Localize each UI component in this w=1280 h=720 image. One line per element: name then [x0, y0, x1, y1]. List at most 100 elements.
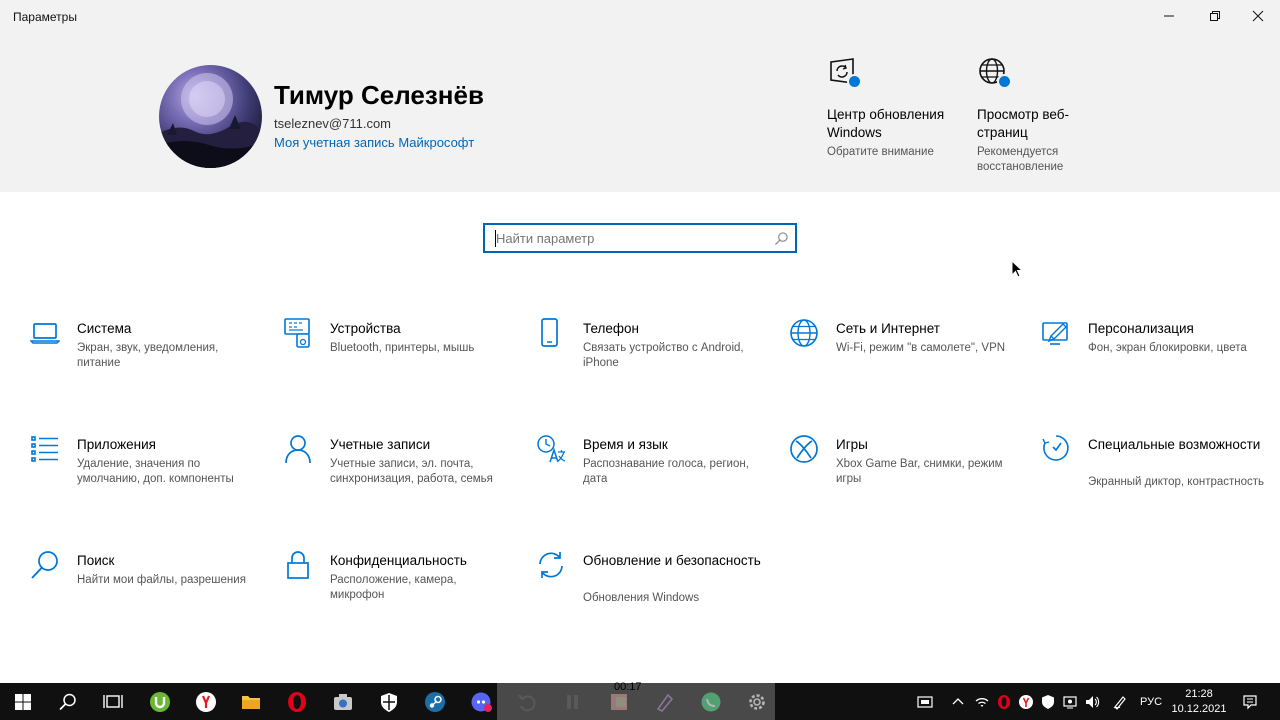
taskbar-app-camera[interactable] [320, 683, 366, 720]
tray-pen[interactable] [1108, 683, 1132, 720]
settings-search-box[interactable]: Найти параметр [483, 223, 797, 253]
category-privacy[interactable]: Конфиденциальность Расположение, камера,… [283, 550, 513, 610]
status-tile-web-browsing[interactable]: Просмотр веб-страниц Рекомендуется восст… [977, 56, 1117, 175]
category-update-security[interactable]: Обновление и безопасность Обновления Win… [536, 550, 766, 610]
user-name: Тимур Селезнёв [274, 80, 484, 110]
tray-shield[interactable] [1038, 683, 1058, 720]
status-tile-subtitle: Рекомендуется восстановление [977, 146, 1064, 173]
lock-icon [283, 550, 315, 582]
avatar[interactable] [159, 65, 262, 168]
category-gaming[interactable]: Игры Xbox Game Bar, снимки, режим игры [789, 434, 1019, 494]
status-tile-title: Центр обновления Windows [827, 107, 945, 140]
minimize-icon [1164, 15, 1174, 17]
category-phone[interactable]: Телефон Связать устройство с Android, iP… [536, 318, 766, 378]
taskbar-app-yandex[interactable] [183, 683, 229, 720]
webcam-icon [1063, 695, 1077, 708]
action-center-button[interactable] [1238, 683, 1262, 720]
close-button[interactable] [1235, 0, 1280, 32]
update-sync-icon [536, 550, 568, 582]
shield-icon [381, 692, 397, 712]
shield-icon [1042, 694, 1054, 709]
category-title: Сеть и Интернет [836, 321, 940, 336]
apps-list-icon [30, 434, 62, 466]
tray-screen-capture[interactable] [912, 683, 938, 720]
wifi-icon [975, 697, 989, 707]
speaker-icon [1086, 695, 1100, 708]
xbox-icon [789, 434, 821, 466]
category-subtitle: Wi-Fi, режим "в самолете", VPN [836, 342, 1006, 354]
discord-icon [471, 692, 492, 712]
globe-icon [789, 318, 821, 350]
title-bar: Параметры [0, 0, 1280, 32]
taskbar-app-security[interactable] [366, 683, 412, 720]
alert-dot [997, 74, 1012, 89]
category-subtitle: Найти мои файлы, разрешения [77, 574, 246, 586]
tray-camera[interactable] [1060, 683, 1080, 720]
category-devices[interactable]: Устройства Bluetooth, принтеры, мышь [283, 318, 513, 378]
opera-icon [288, 691, 306, 712]
category-title: Время и язык [583, 437, 668, 452]
category-time-language[interactable]: Время и язык Распознавание голоса, регио… [536, 434, 766, 494]
category-accessibility[interactable]: Специальные возможности Экранный диктор,… [1041, 434, 1271, 504]
user-email: tseleznev@711.com [274, 116, 392, 131]
tray-overflow-button[interactable] [948, 683, 968, 720]
restore-button[interactable] [1192, 0, 1238, 32]
task-view-button[interactable] [90, 683, 136, 720]
category-title: Игры [836, 437, 868, 452]
alert-dot [847, 74, 862, 89]
category-subtitle: Xbox Game Bar, снимки, режим игры [836, 458, 1003, 485]
status-tile-windows-update[interactable]: Центр обновления Windows Обратите вниман… [827, 56, 967, 160]
window-title: Параметры [13, 10, 77, 24]
task-view-icon [103, 694, 123, 708]
taskbar-search-button[interactable] [45, 683, 91, 720]
opera-icon [998, 694, 1010, 709]
category-system[interactable]: Система Экран, звук, уведомления, питани… [29, 318, 260, 378]
category-title: Поиск [77, 553, 115, 568]
category-title: Специальные возможности [1088, 437, 1261, 452]
search-icon[interactable] [774, 231, 789, 246]
chevron-up-icon [952, 697, 964, 704]
category-subtitle: Расположение, камера, микрофон [330, 574, 457, 601]
clock[interactable]: 21:28 10.12.2021 [1168, 687, 1230, 717]
mouse-cursor-icon [1011, 260, 1023, 278]
search-input[interactable]: Найти параметр [496, 231, 594, 246]
steam-icon [425, 691, 445, 712]
category-apps[interactable]: Приложения Удаление, значения по умолчан… [30, 434, 260, 494]
avatar-image [159, 73, 262, 168]
tray-network[interactable] [972, 683, 992, 720]
category-personalization[interactable]: Персонализация Фон, экран блокировки, цв… [1041, 318, 1271, 378]
tray-volume[interactable] [1082, 683, 1102, 720]
utorrent-icon [150, 691, 170, 712]
category-subtitle: Распознавание голоса, регион, дата [583, 458, 749, 485]
tray-yandex[interactable] [1016, 683, 1036, 720]
category-search[interactable]: Поиск Найти мои файлы, разрешения [30, 550, 260, 610]
folder-icon [242, 695, 260, 709]
input-language-indicator[interactable]: РУС [1140, 696, 1162, 708]
category-network[interactable]: Сеть и Интернет Wi-Fi, режим "в самолете… [789, 318, 1019, 378]
yandex-browser-icon [196, 691, 216, 712]
taskbar-app-explorer[interactable] [228, 683, 274, 720]
clock-date: 10.12.2021 [1171, 703, 1227, 715]
status-tile-subtitle: Обратите внимание [827, 146, 934, 158]
microsoft-account-link[interactable]: Моя учетная запись Майкрософт [274, 135, 474, 150]
close-icon [1252, 10, 1264, 22]
category-title: Приложения [77, 437, 156, 452]
search-icon [30, 550, 62, 582]
category-accounts[interactable]: Учетные записи Учетные записи, эл. почта… [283, 434, 513, 494]
taskbar-app-utorrent[interactable] [137, 683, 183, 720]
category-title: Обновление и безопасность [583, 553, 761, 568]
taskbar-app-steam[interactable] [412, 683, 458, 720]
category-subtitle: Фон, экран блокировки, цвета [1088, 342, 1247, 354]
minimize-button[interactable] [1146, 0, 1192, 32]
status-tile-title: Просмотр веб-страниц [977, 107, 1070, 140]
account-header: Тимур Селезнёв tseleznev@711.com Моя уче… [0, 32, 1280, 192]
restore-icon [1210, 11, 1220, 21]
category-title: Персонализация [1088, 321, 1194, 336]
start-button[interactable] [0, 683, 46, 720]
time-language-icon [536, 434, 568, 466]
taskbar-app-opera[interactable] [274, 683, 320, 720]
category-title: Учетные записи [330, 437, 431, 452]
windows-update-icon [827, 56, 867, 96]
tray-opera[interactable] [994, 683, 1014, 720]
windows-logo-icon [15, 693, 31, 710]
